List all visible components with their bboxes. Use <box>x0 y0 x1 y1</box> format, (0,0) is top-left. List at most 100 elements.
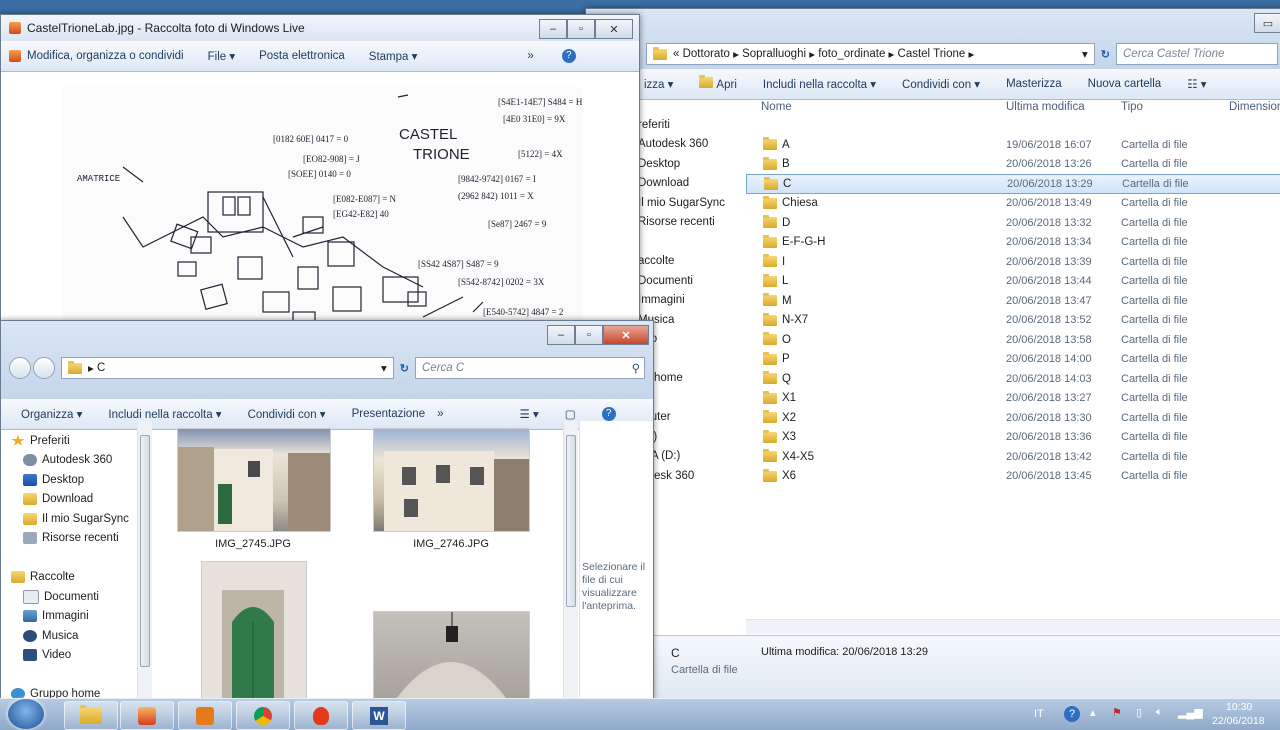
breadcrumb-castel-trione[interactable]: Castel Trione <box>898 48 966 60</box>
nav-item[interactable]: Desktop <box>11 470 139 490</box>
file-row[interactable]: Q 20/06/2018 14:03 Cartella di file <box>746 369 1280 389</box>
file-row[interactable]: X3 20/06/2018 13:36 Cartella di file <box>746 428 1280 448</box>
file-row[interactable]: B 20/06/2018 13:26 Cartella di file <box>746 155 1280 175</box>
nav-item[interactable]: Musica <box>11 626 139 646</box>
thumbnail-img-2746[interactable] <box>373 428 530 532</box>
nav-item[interactable]: referiti <box>638 115 738 135</box>
breadcrumb-sopralluoghi[interactable]: Sopralluoghi <box>742 48 806 60</box>
breadcrumb-back[interactable]: « <box>673 48 679 60</box>
breadcrumb-dottorato[interactable]: Dottorato <box>683 48 730 60</box>
nav-scroll-thumb[interactable] <box>140 435 150 667</box>
share-with-menu[interactable]: Condividi con ▾ <box>902 77 980 91</box>
breadcrumb-foto-ordinate[interactable]: foto_ordinate <box>818 48 885 60</box>
search-input[interactable]: Cerca C ⚲ <box>415 357 645 379</box>
nav-item[interactable]: Il mio SugarSync <box>638 193 738 213</box>
address-dropdown-icon[interactable]: ▾ <box>381 361 387 375</box>
new-folder-button[interactable]: Nuova cartella <box>1088 78 1162 90</box>
nav-item[interactable]: Risorse recenti <box>638 213 738 233</box>
file-row[interactable]: X2 20/06/2018 13:30 Cartella di file <box>746 408 1280 428</box>
close-button[interactable]: ✕ <box>595 19 633 39</box>
minimize-button[interactable]: – <box>547 325 575 345</box>
nav-item[interactable]: Risorse recenti <box>11 529 139 549</box>
print-menu[interactable]: Stampa ▾ <box>369 49 418 63</box>
help-icon[interactable]: ? <box>561 49 576 63</box>
address-bar[interactable]: « Dottorato ▸ Sopralluoghi ▸ foto_ordina… <box>646 43 1095 65</box>
view-options-icon[interactable]: ☰ ▾ <box>520 407 539 421</box>
clock-date[interactable]: 22/06/2018 <box>1212 715 1265 727</box>
nav-item[interactable]: Raccolte <box>11 568 139 588</box>
file-menu[interactable]: File ▾ <box>208 49 236 63</box>
nav-item[interactable]: Immagini <box>638 291 738 311</box>
column-header-modified[interactable]: Ultima modifica <box>1006 101 1085 113</box>
file-row[interactable]: O 20/06/2018 13:58 Cartella di file <box>746 330 1280 350</box>
edit-organize-share-menu[interactable]: Modifica, organizza o condividi <box>27 50 184 62</box>
column-header-size[interactable]: Dimension <box>1229 101 1280 113</box>
nav-item[interactable]: Autodesk 360 <box>638 135 738 155</box>
file-row[interactable]: D 20/06/2018 13:32 Cartella di file <box>746 213 1280 233</box>
start-button[interactable] <box>8 699 44 729</box>
battery-icon[interactable]: ▯ <box>1136 706 1142 719</box>
more-commands[interactable]: » <box>527 50 533 62</box>
breadcrumb-c[interactable]: C <box>97 362 105 374</box>
thumbnail-img-2745[interactable] <box>177 428 331 532</box>
file-row[interactable]: X6 20/06/2018 13:45 Cartella di file <box>746 467 1280 487</box>
maximize-button[interactable]: ▫ <box>575 325 603 345</box>
horizontal-scrollbar[interactable] <box>746 619 1280 634</box>
file-row[interactable]: I 20/06/2018 13:39 Cartella di file <box>746 252 1280 272</box>
thumbnail-img-door[interactable] <box>201 561 307 701</box>
maximize-button[interactable]: ▫ <box>567 19 595 39</box>
clock-time[interactable]: 10:30 <box>1226 701 1252 713</box>
thumbnail-img-lamp[interactable] <box>373 611 530 701</box>
include-library-menu[interactable]: Includi nella raccolta ▾ <box>108 407 221 421</box>
nav-item[interactable]: Autodesk 360 <box>11 451 139 471</box>
nav-item[interactable]: accolte <box>638 252 738 272</box>
content-scroll-thumb[interactable] <box>566 435 576 607</box>
content-scrollbar[interactable] <box>563 421 578 701</box>
nav-scrollbar[interactable] <box>137 421 152 701</box>
search-input[interactable]: Cerca Castel Trione <box>1116 43 1278 65</box>
taskbar-fire-app[interactable] <box>294 701 348 730</box>
preview-pane-icon[interactable]: ▢ <box>565 407 576 421</box>
file-row[interactable]: C 20/06/2018 13:29 Cartella di file <box>746 174 1280 194</box>
taskbar-explorer[interactable] <box>64 701 118 730</box>
address-dropdown-icon[interactable]: ▾ <box>1082 47 1088 61</box>
taskbar-photo-gallery[interactable] <box>120 701 174 730</box>
include-library-menu[interactable]: Includi nella raccolta ▾ <box>763 77 876 91</box>
back-button[interactable] <box>9 357 31 379</box>
show-hidden-icons[interactable]: ▴ <box>1090 706 1096 719</box>
email-button[interactable]: Posta elettronica <box>259 50 345 62</box>
nav-item[interactable]: Immagini <box>11 607 139 627</box>
volume-icon[interactable]: 🔈︎ <box>1156 706 1163 719</box>
file-row[interactable]: X1 20/06/2018 13:27 Cartella di file <box>746 389 1280 409</box>
slideshow-button[interactable]: Presentazione <box>352 408 426 420</box>
file-row[interactable]: N-X7 20/06/2018 13:52 Cartella di file <box>746 311 1280 331</box>
taskbar-chrome[interactable] <box>236 701 290 730</box>
network-icon[interactable]: ▂▄▆ <box>1178 706 1203 719</box>
refresh-icon[interactable]: ↻ <box>1101 48 1110 61</box>
file-row[interactable]: X4-X5 20/06/2018 13:42 Cartella di file <box>746 447 1280 467</box>
open-button[interactable]: Apri <box>699 75 737 91</box>
taskbar-media-player[interactable] <box>178 701 232 730</box>
nav-item[interactable]: Download <box>11 490 139 510</box>
help-icon[interactable]: ? <box>601 407 616 421</box>
file-row[interactable]: M 20/06/2018 13:47 Cartella di file <box>746 291 1280 311</box>
organize-menu[interactable]: Organizza ▾ <box>21 407 82 421</box>
nav-item[interactable]: Download <box>638 174 738 194</box>
nav-item[interactable]: Documenti <box>638 271 738 291</box>
file-row[interactable]: P 20/06/2018 14:00 Cartella di file <box>746 350 1280 370</box>
minimize-button[interactable]: ▭ <box>1254 13 1280 33</box>
nav-item[interactable]: Documenti <box>11 587 139 607</box>
nav-item[interactable]: Desktop <box>638 154 738 174</box>
minimize-button[interactable]: – <box>539 19 567 39</box>
burn-button[interactable]: Masterizza <box>1006 78 1062 90</box>
taskbar-word[interactable]: W <box>352 701 406 730</box>
refresh-icon[interactable]: ↻ <box>400 362 409 375</box>
address-bar[interactable]: ▸ C ▾ <box>61 357 394 379</box>
language-indicator[interactable]: IT <box>1034 708 1044 720</box>
close-button[interactable]: ✕ <box>603 325 649 345</box>
more-commands[interactable]: » <box>437 408 443 420</box>
forward-button[interactable] <box>33 357 55 379</box>
file-row[interactable]: L 20/06/2018 13:44 Cartella di file <box>746 272 1280 292</box>
organize-menu[interactable]: izza ▾ <box>644 77 673 91</box>
column-header-type[interactable]: Tipo <box>1121 101 1143 113</box>
